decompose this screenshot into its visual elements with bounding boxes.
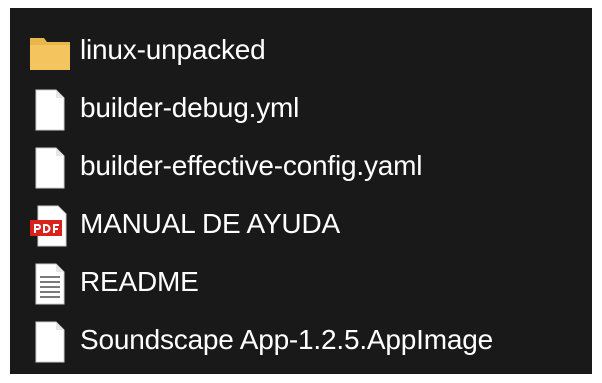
file-name: README — [80, 266, 199, 297]
pdf-file-icon — [28, 204, 72, 248]
blank-file-icon — [28, 146, 72, 190]
file-name: builder-effective-config.yaml — [80, 150, 423, 181]
file-list: linux-unpacked builder-debug.yml builder… — [10, 8, 592, 374]
file-name: linux-unpacked — [80, 34, 266, 65]
file-row-manual-de-ayuda[interactable]: MANUAL DE AYUDA — [10, 196, 592, 252]
file-row-builder-debug[interactable]: builder-debug.yml — [10, 80, 592, 136]
file-explorer-panel: linux-unpacked builder-debug.yml builder… — [10, 8, 592, 374]
file-row-builder-effective-config[interactable]: builder-effective-config.yaml — [10, 138, 592, 194]
file-row-soundscape-appimage[interactable]: Soundscape App-1.2.5.AppImage — [10, 312, 592, 368]
file-name: MANUAL DE AYUDA — [80, 208, 340, 239]
text-file-icon — [28, 262, 72, 306]
file-name: Soundscape App-1.2.5.AppImage — [80, 324, 493, 355]
folder-icon — [28, 30, 72, 74]
file-name: builder-debug.yml — [80, 92, 300, 123]
file-row-linux-unpacked[interactable]: linux-unpacked — [10, 22, 592, 78]
blank-file-icon — [28, 320, 72, 364]
blank-file-icon — [28, 88, 72, 132]
file-row-readme[interactable]: README — [10, 254, 592, 310]
